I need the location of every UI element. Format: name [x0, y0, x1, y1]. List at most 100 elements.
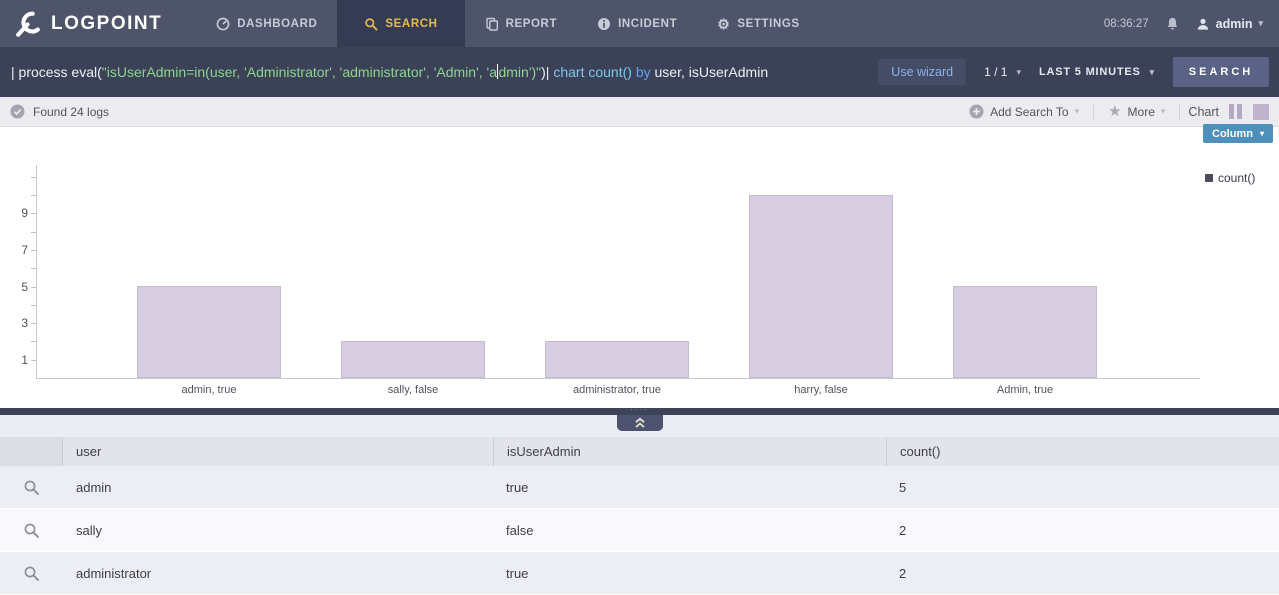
column-header-count[interactable]: count() — [886, 437, 1279, 466]
chart-bar[interactable] — [341, 341, 485, 378]
y-axis-label: 9 — [4, 206, 28, 220]
chevron-down-icon: ▾ — [1150, 68, 1155, 77]
column-header-user[interactable]: user — [63, 437, 493, 466]
query-segment: by — [632, 64, 655, 80]
add-search-to-button[interactable]: Add Search To ▾ — [963, 104, 1085, 119]
nav-search[interactable]: SEARCH — [337, 0, 464, 47]
chart-bar[interactable] — [137, 286, 281, 378]
search-icon — [364, 17, 378, 31]
column-header-isuseradmin[interactable]: isUserAdmin — [493, 437, 886, 466]
y-axis-tick — [31, 341, 36, 342]
results-table-body: admintrue5sallyfalse2administratortrue2 — [0, 466, 1279, 595]
y-axis-tick — [31, 305, 36, 306]
cell-count: 5 — [886, 466, 1279, 508]
query-segment: | process eval( — [11, 64, 102, 80]
table-header: user isUserAdmin count() — [0, 437, 1279, 466]
chevron-down-icon: ▾ — [1075, 107, 1080, 116]
column-chart-view-icon[interactable] — [1227, 104, 1244, 120]
nav-settings[interactable]: ⚙ SETTINGS — [697, 0, 819, 47]
divider — [1093, 104, 1094, 119]
main-nav: DASHBOARD SEARCH REPORT INCIDENT — [196, 0, 819, 47]
collapse-chart-button[interactable] — [617, 415, 663, 431]
nav-incident[interactable]: INCIDENT — [577, 0, 697, 47]
cell-user: admin — [63, 466, 493, 508]
time-range-selector[interactable]: LAST 5 MINUTES ▾ — [1039, 66, 1155, 78]
nav-dashboard-label: DASHBOARD — [237, 18, 317, 30]
row-drilldown-search-icon[interactable] — [23, 479, 40, 496]
user-avatar-icon — [1196, 17, 1210, 31]
nav-settings-label: SETTINGS — [737, 18, 799, 30]
legend-label: count() — [1218, 171, 1255, 185]
app-logo[interactable]: LOGPOINT — [0, 10, 162, 38]
notifications-bell-icon[interactable] — [1165, 16, 1180, 32]
chevron-down-icon: ▾ — [1260, 130, 1264, 138]
chevron-down-icon: ▾ — [1258, 19, 1263, 28]
user-menu[interactable]: admin ▾ — [1196, 17, 1263, 31]
query-segment: user, isUserAdmin — [655, 64, 769, 80]
x-axis-label: Admin, true — [923, 384, 1127, 396]
results-toolbar: Found 24 logs Add Search To ▾ ★ More ▾ C… — [0, 97, 1279, 127]
nav-right: 08:36:27 admin ▾ — [1104, 16, 1279, 32]
top-nav: LOGPOINT DASHBOARD SEARCH REPORT — [0, 0, 1279, 47]
nav-incident-label: INCIDENT — [618, 18, 677, 30]
y-axis-label: 1 — [4, 353, 28, 367]
cell-count: 2 — [886, 509, 1279, 551]
chart-legend: count() — [1205, 171, 1255, 185]
chart-label: Chart — [1188, 105, 1219, 119]
table-row: sallyfalse2 — [0, 509, 1279, 552]
page-selector[interactable]: 1 / 1 ▾ — [984, 65, 1021, 79]
clock: 08:36:27 — [1104, 18, 1149, 30]
logo-text: LOGPOINT — [51, 13, 162, 35]
query-segment: dmin')" — [498, 64, 541, 80]
use-wizard-button[interactable]: Use wizard — [878, 59, 966, 85]
row-drilldown-search-icon[interactable] — [23, 565, 40, 582]
chart-type-dropdown[interactable]: Column ▾ — [1203, 124, 1273, 143]
y-axis-tick — [31, 323, 36, 324]
query-segment: chart count() — [553, 64, 632, 80]
x-axis-line — [36, 378, 1200, 379]
chart-bar[interactable] — [953, 286, 1097, 378]
x-axis-label: admin, true — [107, 384, 311, 396]
cell-isuseradmin: false — [493, 509, 886, 551]
panel-divider[interactable]: ···· — [0, 408, 1279, 415]
nav-report-label: REPORT — [506, 18, 558, 30]
more-label: More — [1128, 105, 1155, 119]
search-button[interactable]: SEARCH — [1173, 57, 1269, 87]
drag-handle-dots: ···· — [630, 406, 649, 414]
row-icon-cell — [0, 466, 63, 508]
star-icon: ★ — [1108, 104, 1121, 119]
report-icon — [485, 17, 499, 31]
chart-bar[interactable] — [749, 195, 893, 378]
x-axis-label: administrator, true — [515, 384, 719, 396]
query-segment: "isUserAdmin=in(user, 'Administrator', '… — [102, 64, 497, 80]
chart-bar[interactable] — [545, 341, 689, 378]
y-axis-tick — [31, 268, 36, 269]
nav-dashboard[interactable]: DASHBOARD — [196, 0, 337, 47]
row-icon-cell — [0, 552, 63, 594]
logpoint-logo-icon — [14, 10, 42, 38]
chart-type-label: Column — [1212, 128, 1253, 140]
y-axis-label: 5 — [4, 280, 28, 294]
y-axis-tick — [31, 213, 36, 214]
x-axis-label: sally, false — [311, 384, 515, 396]
table-row: administratortrue2 — [0, 552, 1279, 595]
nav-report[interactable]: REPORT — [465, 0, 578, 47]
y-axis-label: 3 — [4, 316, 28, 330]
chevron-down-icon: ▾ — [1161, 107, 1166, 116]
more-button[interactable]: ★ More ▾ — [1102, 104, 1171, 119]
query-segment: )| — [541, 64, 553, 80]
y-axis-tick — [31, 360, 36, 361]
plus-circle-icon — [969, 104, 984, 119]
y-axis-line — [36, 165, 37, 379]
toolbar-actions: Add Search To ▾ ★ More ▾ Chart — [963, 104, 1269, 120]
search-query-input[interactable]: | process eval("isUserAdmin=in(user, 'Ad… — [11, 64, 866, 80]
row-icon-cell — [0, 509, 63, 551]
cell-user: sally — [63, 509, 493, 551]
user-name: admin — [1216, 17, 1253, 31]
grid-chart-view-icon[interactable] — [1253, 104, 1269, 120]
gear-icon: ⚙ — [717, 17, 730, 31]
check-circle-icon — [10, 104, 25, 119]
table-row: admintrue5 — [0, 466, 1279, 509]
row-drilldown-search-icon[interactable] — [23, 522, 40, 539]
y-axis-tick — [31, 250, 36, 251]
